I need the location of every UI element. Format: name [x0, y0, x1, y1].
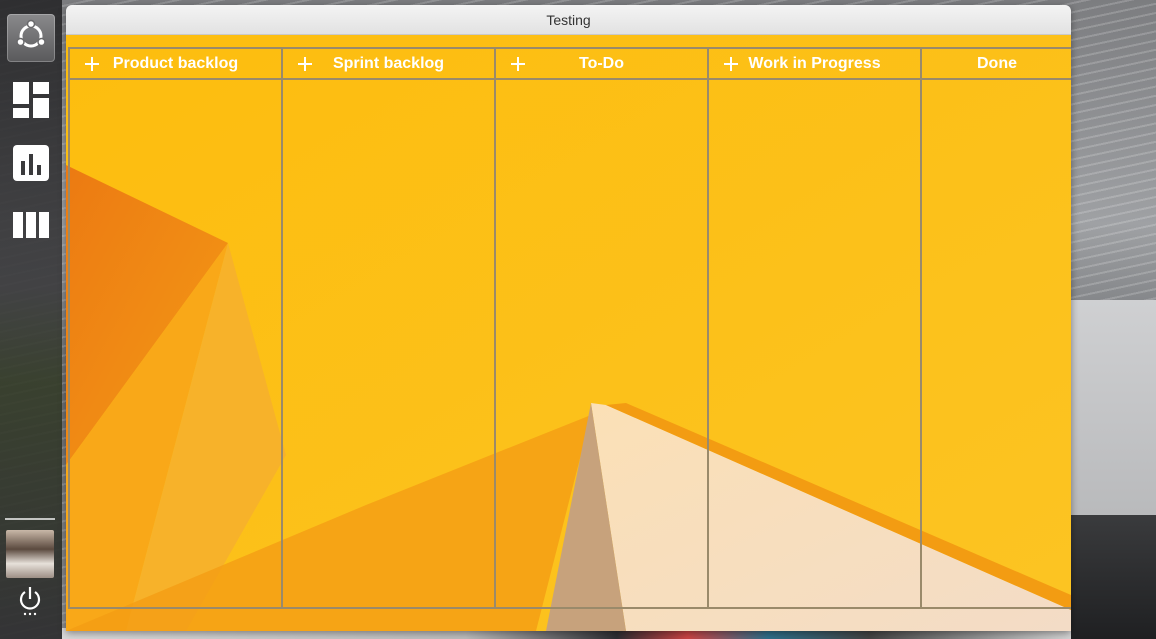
ubuntu-home-button[interactable] [7, 14, 55, 62]
kanban-board-button[interactable] [7, 203, 55, 251]
column-header: Work in Progress [709, 47, 920, 80]
columns-icon [12, 206, 50, 249]
column-body[interactable] [496, 80, 707, 607]
column-title: To-Do [578, 54, 624, 72]
kanban-board: Product backlog Sprint backlog To-Do Wor… [68, 47, 1071, 609]
bar-chart-icon [12, 144, 50, 187]
column-title: Product backlog [112, 54, 239, 72]
user-avatar[interactable] [6, 530, 54, 578]
column-body[interactable] [70, 80, 281, 607]
window-titlebar[interactable]: Testing [66, 5, 1071, 35]
column-header: Sprint backlog [283, 47, 494, 80]
launcher-sidebar [0, 0, 62, 639]
board-area: Product backlog Sprint backlog To-Do Wor… [66, 35, 1071, 631]
power-button[interactable] [15, 586, 45, 621]
column-header: Done [922, 47, 1071, 80]
window-title: Testing [546, 11, 591, 28]
launcher-divider [5, 518, 55, 520]
column-title: Sprint backlog [332, 54, 445, 72]
desktop-background-detail [1071, 515, 1156, 639]
column-product-backlog: Product backlog [70, 47, 283, 607]
column-to-do: To-Do [496, 47, 709, 607]
ubuntu-logo-icon [14, 19, 48, 58]
column-header: To-Do [496, 47, 707, 80]
column-work-in-progress: Work in Progress [709, 47, 922, 607]
column-body[interactable] [922, 80, 1071, 607]
dashboard-button[interactable] [7, 78, 55, 126]
column-title: Done [977, 54, 1017, 72]
column-title: Work in Progress [748, 54, 881, 72]
column-done: Done [922, 47, 1071, 607]
charts-button[interactable] [7, 141, 55, 189]
power-icon [18, 586, 42, 621]
column-body[interactable] [709, 80, 920, 607]
dashboard-icon [12, 81, 50, 124]
column-header: Product backlog [70, 47, 281, 80]
desktop-background-detail [1071, 300, 1156, 515]
column-body[interactable] [283, 80, 494, 607]
app-window: Testing Product backlog Sprint backlog T… [66, 5, 1071, 631]
column-sprint-backlog: Sprint backlog [283, 47, 496, 607]
